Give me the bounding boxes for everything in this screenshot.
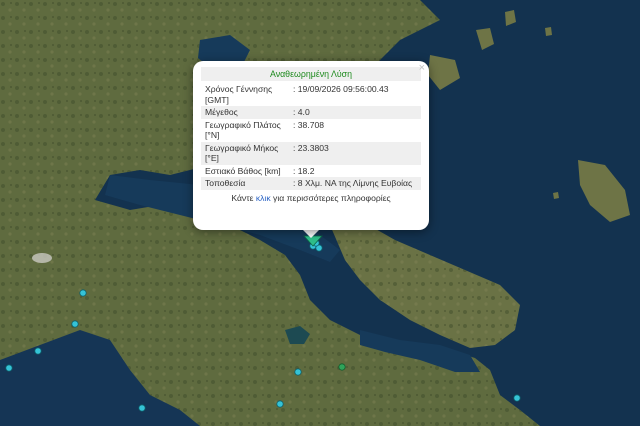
popup-tip — [302, 229, 320, 238]
marker[interactable] — [276, 400, 284, 408]
info-table: Χρόνος Γέννησης [GMT] : 19/09/2026 09:56… — [201, 83, 421, 190]
island-small-1 — [545, 27, 552, 36]
table-row: Χρόνος Γέννησης [GMT] : 19/09/2026 09:56… — [201, 83, 421, 106]
more-prefix: Κάντε — [231, 192, 256, 203]
longitude-label: Γεωγραφικό Μήκος [°E] — [201, 141, 289, 165]
depth-label: Εστιακό Βάθος [km] — [205, 165, 281, 176]
island-small-2 — [553, 192, 559, 199]
table-row: Γεωγραφικό Μήκος [°E] : 23.3803 — [201, 141, 421, 165]
magnitude-label: Μέγεθος — [201, 106, 289, 119]
marker[interactable] — [71, 320, 79, 328]
table-row: Τοποθεσία : 8 Χλμ. ΝΑ της Λίμνης Ευβοίας — [201, 177, 421, 190]
close-icon[interactable]: × — [419, 62, 425, 74]
marker[interactable] — [138, 404, 146, 412]
marker[interactable] — [294, 368, 302, 376]
more-info-link[interactable]: κλικ — [256, 193, 271, 203]
marker[interactable] — [34, 347, 42, 355]
table-row: Εστιακό Βάθος [km] : 18.2 — [201, 165, 421, 178]
origin-time-label: Χρόνος Γέννησης [GMT] — [205, 84, 273, 105]
popup-title: Αναθεωρημένη Λύση — [201, 67, 421, 81]
latitude-value: : 38.708 — [293, 119, 325, 130]
table-row: Γεωγραφικό Πλάτος [°N] : 38.708 — [201, 119, 421, 142]
magnitude-value: : 4.0 — [289, 106, 421, 119]
location-label: Τοποθεσία — [201, 177, 289, 190]
latitude-label: Γεωγραφικό Πλάτος [°N] — [205, 119, 281, 141]
depth-value: : 18.2 — [293, 165, 315, 176]
mountain-snow — [32, 253, 52, 263]
longitude-value: : 23.3803 — [289, 141, 421, 165]
earthquake-info-popup: × Αναθεωρημένη Λύση Χρόνος Γέννησης [GMT… — [193, 61, 429, 230]
more-info: Κάντε κλικ για περισσότερες πληροφορίες — [201, 193, 421, 203]
marker[interactable] — [5, 364, 13, 372]
origin-time-value: : 19/09/2026 09:56:00.43 — [293, 84, 389, 94]
table-row: Μέγεθος : 4.0 — [201, 106, 421, 119]
marker[interactable] — [338, 363, 346, 371]
marker[interactable] — [79, 289, 87, 297]
more-suffix: για περισσότερες πληροφορίες — [270, 192, 391, 203]
location-value: : 8 Χλμ. ΝΑ της Λίμνης Ευβοίας — [289, 177, 421, 190]
marker[interactable] — [513, 394, 521, 402]
